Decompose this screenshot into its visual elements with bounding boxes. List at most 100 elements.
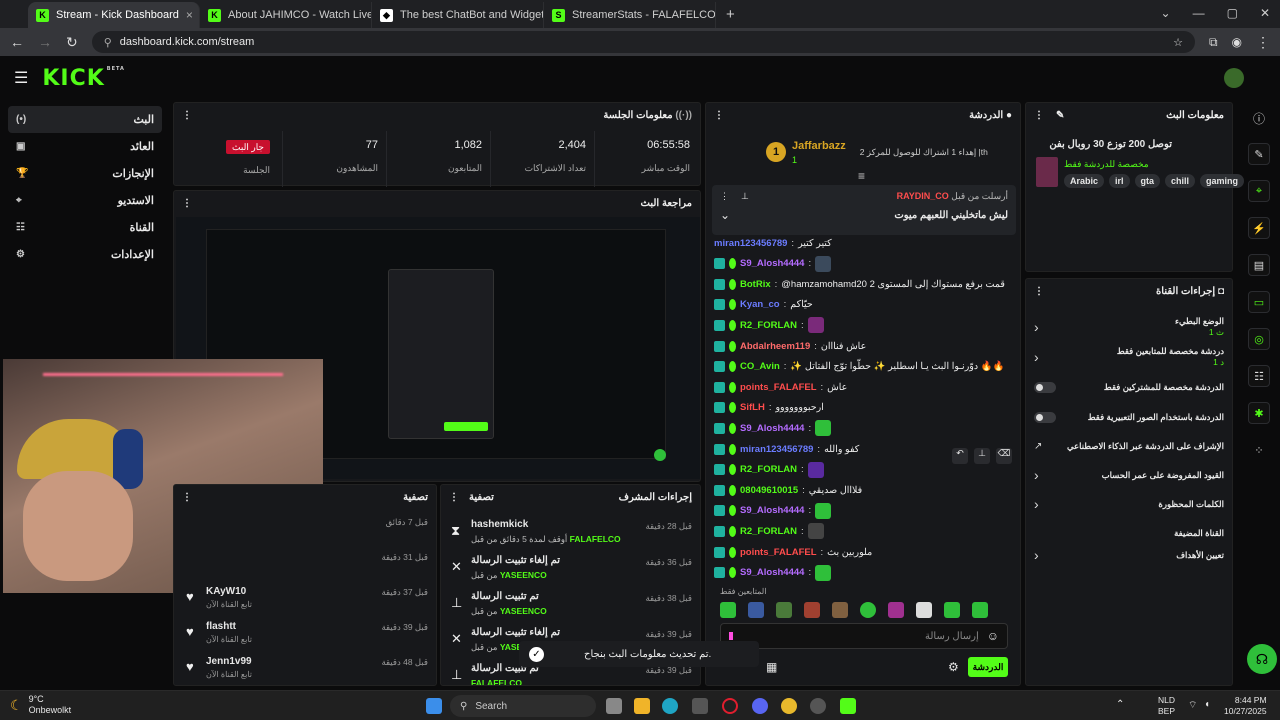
hamburger-menu-icon[interactable]: ☰ xyxy=(14,68,28,88)
chat-message[interactable]: S9_Alosh4444: xyxy=(714,254,1012,274)
rail-target-icon[interactable]: ⌖ xyxy=(1248,180,1270,202)
channel-menu-icon[interactable]: ⋮ xyxy=(1034,286,1044,297)
chat-username[interactable]: Kyan_co xyxy=(740,299,780,310)
chat-username[interactable]: R2_FORLAN xyxy=(740,464,797,475)
chat-username[interactable]: S9_Alosh4444 xyxy=(740,567,804,578)
discord-icon[interactable] xyxy=(752,698,768,714)
store-app-icon[interactable] xyxy=(692,698,708,714)
support-icon[interactable]: ☊ xyxy=(1247,644,1277,674)
chat-emote[interactable] xyxy=(807,317,824,334)
sidebar-item[interactable]: ⚙ الإعدادات xyxy=(8,241,162,268)
maximize-icon[interactable]: ▢ xyxy=(1227,6,1238,20)
collapse-chevron-icon[interactable]: ≡ xyxy=(858,169,865,183)
store-icon[interactable]: ▦ xyxy=(766,660,777,674)
minimize-icon[interactable]: — xyxy=(1193,6,1205,20)
rail-edit-icon[interactable]: ✎ xyxy=(1248,143,1270,165)
chat-username[interactable]: BotRix xyxy=(740,279,771,290)
browser-tab[interactable]: KAbout JAHIMCO - Watch Live o× xyxy=(200,2,372,28)
channel-action-item[interactable]: › الوضع البطيء 1 ث xyxy=(1034,315,1224,339)
chat-username[interactable]: R2_FORLAN xyxy=(740,526,797,537)
weather-widget[interactable]: ☾ 9°C Onbewolkt xyxy=(10,694,71,716)
tab-close-icon[interactable]: × xyxy=(186,8,193,22)
explorer-icon[interactable] xyxy=(634,698,650,714)
chat-message[interactable]: SifLH: ارحبووووووو xyxy=(714,398,1012,418)
channel-action-item[interactable]: › القيود المفروضة على عمر الحساب xyxy=(1034,463,1224,487)
user-avatar[interactable] xyxy=(1224,68,1244,88)
chat-message[interactable]: CO_Avin: ✨ دوّرنـوا البث يـا اسطلير ✨ حطّ… xyxy=(714,357,1012,377)
mod-action-by[interactable]: FALAFELCO xyxy=(570,534,621,544)
chevron-right-icon[interactable]: › xyxy=(1034,349,1039,365)
rail-dots-icon[interactable]: ⁘ xyxy=(1248,439,1270,461)
chat-message[interactable]: Kyan_co: حيّاكم xyxy=(714,295,1012,315)
external-link-icon[interactable]: ↗ xyxy=(1034,441,1042,452)
chat-input[interactable]: إرسال رسالة ☺ xyxy=(720,623,1008,649)
chat-username[interactable]: CO_Avin xyxy=(740,361,780,372)
chat-username[interactable]: points_FALAFEL xyxy=(740,547,817,558)
chat-message[interactable]: R2_FORLAN: xyxy=(714,521,1012,541)
chat-username[interactable]: R2_FORLAN xyxy=(740,320,797,331)
reload-icon[interactable]: ↻ xyxy=(66,34,78,51)
chat-username[interactable]: S9_Alosh4444 xyxy=(740,505,804,516)
pinned-message[interactable]: ⋮ ⊥ RAYDIN_CO أرسلت من قبل ⌄ ليش ماتخليني ا… xyxy=(712,185,1016,235)
chat-username[interactable]: miran123456789 xyxy=(714,238,787,249)
chat-menu-icon[interactable]: ⋮ xyxy=(714,110,724,121)
pin-message-icon[interactable]: ⊥ xyxy=(974,448,990,464)
chat-emote[interactable] xyxy=(807,523,824,540)
taskbar-search[interactable]: ⚲ Search xyxy=(450,695,596,717)
chat-username[interactable]: 08049610015 xyxy=(740,485,798,496)
tab-search-icon[interactable]: ⌄ xyxy=(1161,6,1171,20)
emote-9[interactable] xyxy=(944,602,960,618)
chat-emote[interactable] xyxy=(815,502,832,519)
browser-tab[interactable]: K Stream - Kick Dashboard × xyxy=(28,2,200,28)
mod-menu-icon[interactable]: ⋮ xyxy=(449,492,459,503)
edit-icon[interactable]: ✎ xyxy=(1056,110,1064,121)
edge-icon[interactable] xyxy=(662,698,678,714)
sidebar-item[interactable]: ▣ العائد xyxy=(8,133,162,160)
new-tab-button[interactable]: + xyxy=(726,6,735,23)
chat-username[interactable]: miran123456789 xyxy=(740,444,813,455)
browser-tab[interactable]: ◆The best ChatBot and Widgets× xyxy=(372,2,544,28)
start-button[interactable] xyxy=(426,698,442,714)
stream-tag[interactable]: gta xyxy=(1134,174,1161,188)
emote-10[interactable] xyxy=(972,602,988,618)
chat-send-button[interactable]: الدردشة xyxy=(968,657,1008,677)
chat-message[interactable]: points_FALAFEL: عاش xyxy=(714,377,1012,397)
pin-icon[interactable]: ⊥ xyxy=(741,191,749,202)
sidebar-item[interactable]: 🏆 الإنجازات xyxy=(8,160,162,187)
chat-message[interactable]: S9_Alosh4444: xyxy=(714,418,1012,438)
mod-action-by[interactable]: YASEENCO xyxy=(500,606,547,616)
sidebar-item[interactable]: ⌖ الاستديو xyxy=(8,187,162,214)
sidebar-item[interactable]: ☷ القناة xyxy=(8,214,162,241)
rail-grid-icon[interactable]: ☷ xyxy=(1248,365,1270,387)
close-window-icon[interactable]: ✕ xyxy=(1260,6,1270,20)
channel-action-item[interactable]: ↗ الإشراف على الدردشة عبر الذكاء الاصطناع… xyxy=(1034,434,1224,458)
chat-username[interactable]: Abdalrheem119 xyxy=(740,341,810,352)
stream-tag[interactable]: chill xyxy=(1165,174,1196,188)
emote-5[interactable] xyxy=(832,602,848,618)
reply-icon[interactable]: ↶ xyxy=(952,448,968,464)
chat-message[interactable]: miran123456789: كتير كتير xyxy=(714,233,1012,253)
delete-icon[interactable]: ⌫ xyxy=(996,448,1012,464)
stream-tag[interactable]: Arabic xyxy=(1064,174,1105,188)
emote-1[interactable] xyxy=(720,602,736,618)
channel-action-item[interactable]: الدردشة مخصصة للمشتركين فقط xyxy=(1034,375,1224,399)
chat-emote[interactable] xyxy=(815,255,832,272)
volume-icon[interactable]: ◖ xyxy=(1204,699,1210,710)
follower-name[interactable]: Jenn1v99 xyxy=(206,656,252,667)
chat-username[interactable]: SifLH xyxy=(740,402,765,413)
follower-name[interactable]: flashtt xyxy=(206,621,236,632)
chat-username[interactable]: S9_Alosh4444 xyxy=(740,258,804,269)
channel-action-item[interactable]: الدردشة باستخدام الصور التعبيرية فقط xyxy=(1034,405,1224,429)
profile-icon[interactable]: ◉ xyxy=(1232,35,1242,49)
stream-tag[interactable]: irl xyxy=(1109,174,1130,188)
chat-message[interactable]: Abdalrheem119: عاش فنااان xyxy=(714,336,1012,356)
chat-username[interactable]: points_FALAFEL xyxy=(740,382,817,393)
chat-message[interactable]: S9_Alosh4444: xyxy=(714,501,1012,521)
forward-icon[interactable]: → xyxy=(38,34,52,50)
follower-name[interactable]: KAyW10 xyxy=(206,586,246,597)
browser-tab[interactable]: SStreamerStats - FALAFELCO Pro× xyxy=(544,2,716,28)
rail-bolt-icon[interactable]: ⚡ xyxy=(1248,217,1270,239)
chat-emote[interactable] xyxy=(807,461,824,478)
mod-action-by[interactable]: FALAFELCO xyxy=(471,678,522,685)
chrome-icon[interactable] xyxy=(781,698,797,714)
